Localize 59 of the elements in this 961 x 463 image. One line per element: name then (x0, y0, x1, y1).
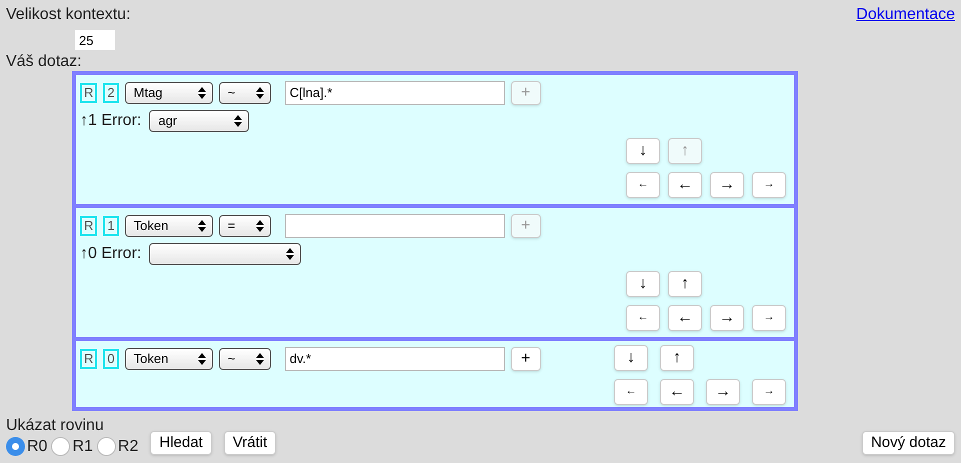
stepper-icon (256, 220, 264, 232)
arrow-button[interactable]: → (752, 304, 786, 330)
arrow-button[interactable]: ↓ (626, 138, 660, 164)
new-query-button[interactable]: Nový dotaz (862, 430, 955, 454)
arrow-button[interactable]: → (710, 172, 744, 198)
radio-label: R1 (72, 436, 93, 456)
radio-label: R0 (27, 436, 48, 456)
radio-button[interactable] (6, 437, 25, 456)
value-field[interactable]: dv.* (284, 346, 505, 370)
arrow-button[interactable]: ← (614, 378, 648, 404)
row-tag: R (80, 82, 98, 102)
operator-select[interactable]: ~ (218, 82, 271, 104)
level-index: 0 (103, 348, 119, 368)
arrow-button[interactable]: ↓ (614, 344, 648, 370)
radio-button[interactable] (96, 437, 116, 456)
value-field[interactable]: C[lna].* (284, 80, 505, 104)
operator-select[interactable]: ~ (218, 348, 271, 370)
error-select[interactable]: agr (149, 110, 250, 132)
arrow-button[interactable]: ↓ (626, 270, 660, 296)
radio-label: R2 (118, 436, 138, 456)
show-level-label: Ukázat rovinu (6, 416, 105, 434)
type-select[interactable]: Token (124, 214, 213, 236)
row-tag: R (80, 348, 98, 368)
arrow-button[interactable]: ↑ (660, 344, 694, 370)
level-index: 1 (103, 216, 119, 236)
documentation-link[interactable]: Dokumentace (856, 3, 955, 27)
stepper-icon (256, 352, 264, 364)
stepper-icon (198, 220, 206, 232)
type-select[interactable]: Mtag (124, 82, 213, 104)
radio-button[interactable] (51, 437, 70, 456)
error-label: ↑1 Error: (80, 110, 142, 130)
error-select[interactable] (149, 242, 302, 264)
operator-select[interactable]: = (218, 214, 271, 236)
level-index: 2 (103, 82, 119, 102)
query-label: Váš dotaz: (6, 52, 83, 70)
arrow-button[interactable]: ← (626, 172, 660, 198)
arrow-button[interactable]: ← (626, 304, 660, 330)
arrow-button[interactable]: → (710, 304, 744, 330)
arrow-button[interactable]: ← (668, 304, 702, 330)
add-button[interactable]: + (510, 346, 541, 370)
type-select[interactable]: Token (124, 348, 213, 370)
stepper-icon (198, 352, 206, 364)
action-button[interactable]: Vrátit (224, 430, 276, 454)
arrow-button[interactable]: → (752, 172, 786, 198)
stepper-icon (198, 86, 206, 98)
stepper-icon (256, 86, 264, 98)
arrow-button[interactable]: → (752, 378, 786, 404)
context-label: Velikost kontextu: (6, 5, 131, 25)
error-label: ↑0 Error: (80, 244, 142, 264)
value-field[interactable] (284, 214, 505, 238)
stepper-icon (234, 114, 242, 126)
stepper-icon (286, 248, 294, 260)
arrow-button[interactable]: → (706, 378, 740, 404)
row-tag: R (80, 216, 98, 236)
action-button[interactable]: Hledat (150, 430, 212, 454)
arrow-button[interactable]: ↑ (668, 270, 702, 296)
context-field[interactable]: 25 (74, 29, 116, 51)
arrow-button[interactable]: ← (668, 172, 702, 198)
arrow-button[interactable]: ← (660, 378, 694, 404)
